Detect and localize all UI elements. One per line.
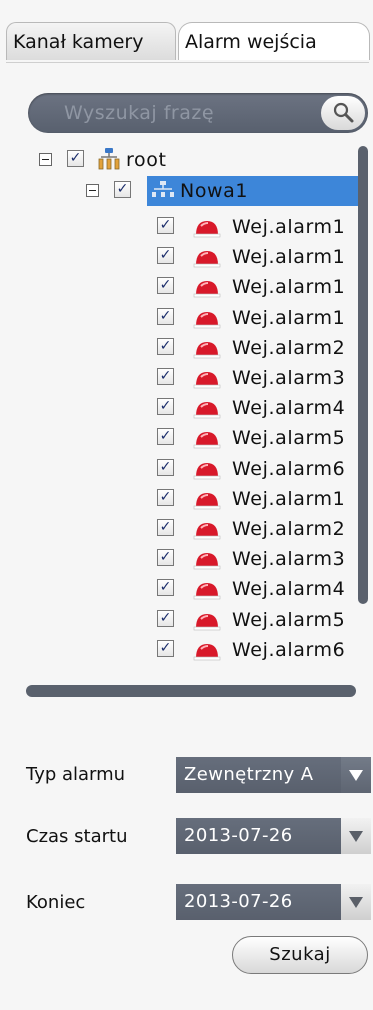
start-time-label: Czas startu (26, 826, 128, 847)
alarm-light-icon (193, 341, 221, 359)
device-tree: ✓ root ✓ Nowa1 ✓ Wej.alarm1 ✓ Wej.alarm1 ✓ We… (0, 140, 373, 690)
tree-label-alarm: Wej.alarm1 (232, 276, 346, 299)
tree-alarm-row[interactable]: ✓ Wej.alarm3 (0, 363, 360, 393)
alarm-type-value: Zewnętrzny A (184, 764, 314, 785)
tree-label-alarm: Wej.alarm2 (232, 336, 346, 359)
tab-alarm-input[interactable]: Alarm wejścia (178, 22, 370, 60)
tree-alarm-row[interactable]: ✓ Wej.alarm2 (0, 514, 360, 544)
alarm-type-label: Typ alarmu (26, 764, 126, 785)
search-button[interactable] (321, 96, 365, 130)
search-submit-button[interactable]: Szukaj (232, 936, 368, 974)
tree-label-alarm: Wej.alarm3 (232, 548, 346, 571)
tree-label-alarm: Wej.alarm6 (232, 638, 346, 661)
alarm-checkbox[interactable]: ✓ (157, 277, 174, 295)
tab-bar: Kanał kamery Alarm wejścia (6, 22, 373, 62)
group-icon (152, 181, 174, 197)
tab-camera-channel[interactable]: Kanał kamery (6, 22, 176, 60)
tree-label-alarm: Wej.alarm5 (232, 608, 346, 631)
tree-alarm-row[interactable]: ✓ Wej.alarm1 (0, 212, 360, 242)
alarm-checkbox[interactable]: ✓ (157, 639, 174, 657)
tree-label-alarm: Wej.alarm2 (232, 518, 346, 540)
start-time-picker[interactable]: 2013-07-26 (176, 818, 371, 854)
tree-label-alarm: Wej.alarm1 (232, 216, 346, 238)
search-box[interactable]: Wyszukaj frazę (28, 93, 368, 133)
alarm-light-icon (193, 492, 221, 510)
alarm-checkbox[interactable]: ✓ (157, 609, 174, 627)
chevron-down-icon[interactable] (341, 757, 371, 793)
chevron-down-icon[interactable] (341, 884, 371, 920)
alarm-light-icon (193, 372, 221, 389)
alarm-checkbox[interactable]: ✓ (157, 217, 174, 234)
alarm-checkbox[interactable]: ✓ (157, 488, 174, 506)
tree-alarm-row[interactable]: ✓ Wej.alarm2 (0, 333, 360, 363)
alarm-light-icon (193, 251, 221, 268)
tree-label-alarm: Wej.alarm4 (232, 578, 346, 601)
tree-label-alarm: Wej.alarm1 (232, 246, 346, 269)
end-time-value: 2013-07-26 (184, 891, 293, 912)
tree-label-group: Nowa1 (180, 180, 249, 202)
alarm-checkbox[interactable]: ✓ (157, 519, 174, 536)
tree-alarm-row[interactable]: ✓ Wej.alarm4 (0, 393, 360, 423)
tree-alarm-row[interactable]: ✓ Wej.alarm1 (0, 303, 360, 333)
chevron-down-icon[interactable] (341, 818, 371, 854)
tree-alarm-row[interactable]: ✓ Wej.alarm6 (0, 635, 360, 665)
tree-label-alarm: Wej.alarm3 (232, 367, 346, 389)
alarm-checkbox[interactable]: ✓ (157, 307, 174, 325)
tree-alarm-row[interactable]: ✓ Wej.alarm4 (0, 574, 360, 604)
vertical-scrollbar[interactable] (358, 146, 368, 604)
alarm-checkbox[interactable]: ✓ (157, 549, 174, 567)
tree-alarm-row[interactable]: ✓ Wej.alarm1 (0, 272, 360, 302)
alarm-light-icon (193, 402, 221, 419)
start-time-value: 2013-07-26 (184, 825, 293, 846)
tree-label-alarm: Wej.alarm5 (232, 427, 346, 450)
tree-alarm-row[interactable]: ✓ Wej.alarm6 (0, 454, 360, 484)
alarm-light-icon (193, 613, 221, 630)
alarm-checkbox[interactable]: ✓ (157, 337, 174, 355)
alarm-light-icon (193, 553, 221, 570)
alarm-light-icon (193, 643, 221, 661)
end-time-label: Koniec (26, 892, 86, 913)
tree-root-row[interactable]: ✓ root (0, 145, 360, 175)
tree-label-alarm: Wej.alarm4 (232, 397, 346, 420)
tree-group-row[interactable]: ✓ Nowa1 (0, 176, 360, 206)
alarm-light-icon (193, 462, 221, 479)
alarm-light-icon (193, 583, 221, 600)
alarm-checkbox[interactable]: ✓ (157, 398, 174, 416)
horizontal-scrollbar[interactable] (26, 685, 356, 697)
tree-label-alarm: Wej.alarm6 (232, 457, 346, 480)
alarm-light-icon (193, 311, 221, 328)
alarm-type-dropdown[interactable]: Zewnętrzny A (176, 757, 371, 793)
search-input[interactable]: Wyszukaj frazę (64, 93, 214, 133)
tab-divider (6, 62, 369, 63)
root-checkbox[interactable]: ✓ (67, 150, 84, 167)
end-time-picker[interactable]: 2013-07-26 (176, 884, 371, 920)
alarm-checkbox[interactable]: ✓ (157, 428, 174, 446)
alarm-checkbox[interactable]: ✓ (157, 247, 174, 265)
device-tree-icon (98, 148, 120, 170)
alarm-light-icon (193, 523, 221, 540)
collapse-toggle[interactable] (39, 153, 52, 166)
tree-alarm-row[interactable]: ✓ Wej.alarm5 (0, 605, 360, 635)
tree-alarm-row[interactable]: ✓ Wej.alarm5 (0, 423, 360, 453)
alarm-checkbox[interactable]: ✓ (157, 368, 174, 385)
tree-label-alarm: Wej.alarm1 (232, 306, 346, 329)
collapse-toggle[interactable] (86, 184, 99, 197)
tree-label-root: root (126, 149, 167, 171)
search-icon (333, 102, 354, 123)
alarm-light-icon (193, 281, 221, 298)
alarm-checkbox[interactable]: ✓ (157, 458, 174, 476)
group-checkbox[interactable]: ✓ (114, 181, 131, 198)
alarm-light-icon (193, 221, 221, 238)
tree-label-alarm: Wej.alarm1 (232, 487, 346, 510)
tree-alarm-row[interactable]: ✓ Wej.alarm1 (0, 242, 360, 272)
tree-alarm-row[interactable]: ✓ Wej.alarm3 (0, 544, 360, 574)
alarm-checkbox[interactable]: ✓ (157, 579, 174, 597)
alarm-light-icon (193, 432, 221, 449)
tree-alarm-row[interactable]: ✓ Wej.alarm1 (0, 484, 360, 514)
selection-highlight (147, 176, 360, 206)
